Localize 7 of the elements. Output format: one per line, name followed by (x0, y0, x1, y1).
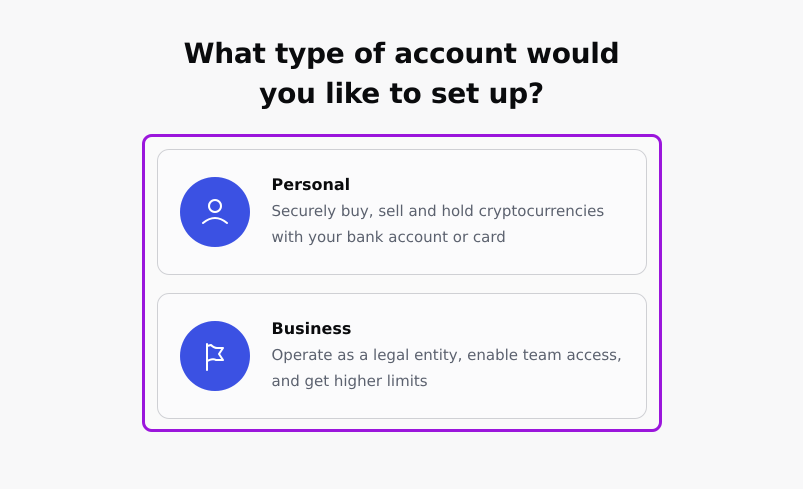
option-title: Business (272, 318, 352, 338)
option-title: Personal (272, 174, 352, 194)
option-description: Securely buy, sell and hold cryptocurrencies with your bank account or card (272, 200, 606, 248)
option-description: Operate as a legal entity, enable team access, and get higher limits (272, 344, 623, 392)
page-heading: What type of account would you like to set up? (182, 36, 620, 112)
account-type-option[interactable]: Personal Securely buy, sell and hold cryptocurrencies with your bank account or card (156, 149, 646, 275)
account-type-option[interactable]: Business Operate as a legal entity, enable team access, and get higher limits (156, 293, 646, 419)
